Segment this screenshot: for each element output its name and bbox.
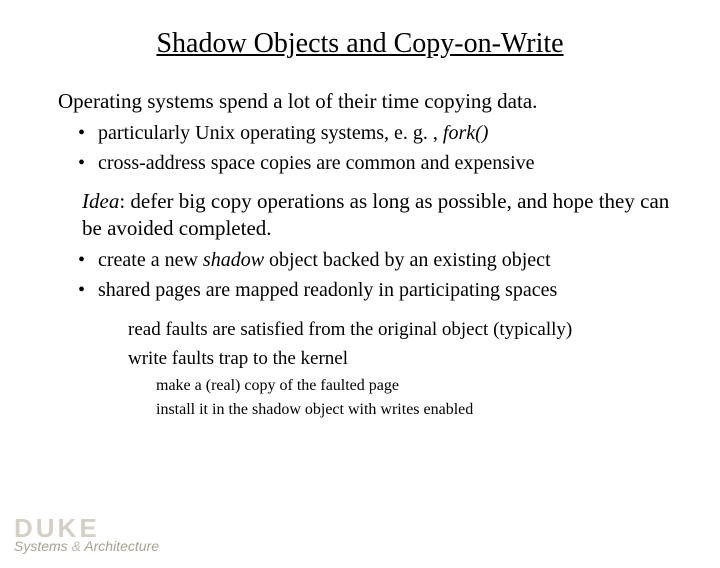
- bullet-1b: cross-address space copies are common an…: [98, 148, 680, 178]
- sub-write-faults: write faults trap to the kernel: [58, 344, 680, 373]
- bullet-1a-text: particularly Unix operating systems, e. …: [98, 122, 443, 144]
- sub-read-faults: read faults are satisfied from the origi…: [58, 315, 680, 344]
- sub-make-copy: make a (real) copy of the faulted page: [58, 374, 680, 399]
- bullet-list-2: create a new shadow object backed by an …: [58, 245, 680, 305]
- bullet-2b: shared pages are mapped readonly in part…: [98, 275, 680, 305]
- bullet-1a-fork: fork(): [443, 122, 489, 144]
- idea-label: Idea: [82, 189, 119, 213]
- idea-paragraph: Idea: defer big copy operations as long …: [58, 188, 680, 241]
- slide-title: Shadow Objects and Copy-on-Write: [0, 28, 720, 60]
- idea-text: : defer big copy operations as long as p…: [82, 189, 669, 239]
- footer-logo: DUKE Systems & Architecture: [14, 517, 159, 554]
- slide-content: Operating systems spend a lot of their t…: [0, 88, 720, 423]
- footer-systems: Systems: [14, 538, 68, 554]
- bullet-1a: particularly Unix operating systems, e. …: [98, 118, 680, 148]
- sub-install: install it in the shadow object with wri…: [58, 398, 680, 423]
- footer-subtitle: Systems & Architecture: [14, 538, 159, 554]
- bullet-2a-suffix: object backed by an existing object: [264, 249, 551, 271]
- footer-ampersand: &: [68, 538, 85, 554]
- footer-duke-text: DUKE: [14, 517, 159, 540]
- bullet-2a-shadow: shadow: [203, 249, 264, 271]
- footer-architecture: Architecture: [84, 538, 159, 554]
- bullet-2a: create a new shadow object backed by an …: [98, 245, 680, 275]
- bullet-list-1: particularly Unix operating systems, e. …: [58, 118, 680, 178]
- bullet-2a-prefix: create a new: [98, 249, 203, 271]
- intro-paragraph: Operating systems spend a lot of their t…: [58, 88, 680, 114]
